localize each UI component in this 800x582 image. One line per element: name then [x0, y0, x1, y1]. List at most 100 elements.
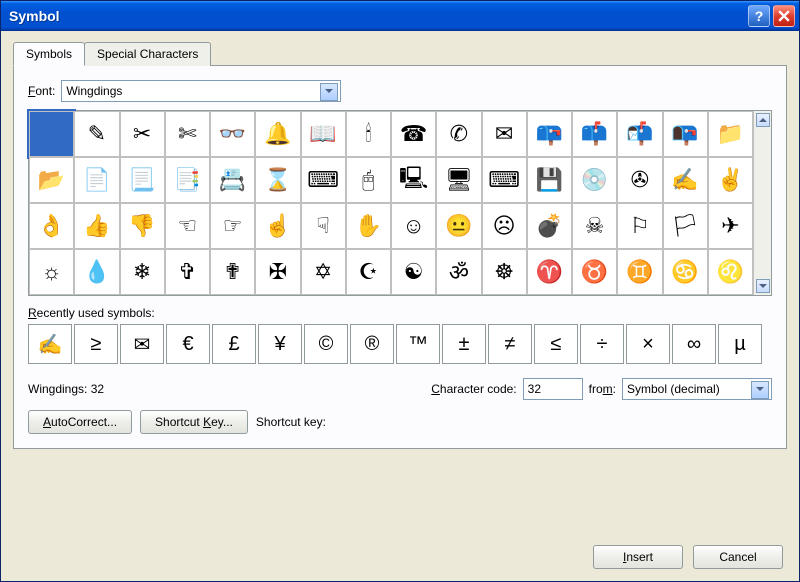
font-select[interactable]: Wingdings: [61, 80, 341, 102]
recent-symbol-cell[interactable]: ™: [396, 324, 440, 364]
recent-symbol-cell[interactable]: ©: [304, 324, 348, 364]
symbol-cell[interactable]: ✌: [708, 157, 753, 203]
font-row: Font: Wingdings: [28, 80, 772, 102]
symbol-cell[interactable]: ⌨: [301, 157, 346, 203]
recent-symbol-cell[interactable]: ¥: [258, 324, 302, 364]
recent-symbol-cell[interactable]: ✍: [28, 324, 72, 364]
scrollbar[interactable]: [753, 111, 771, 295]
symbol-cell[interactable]: [29, 111, 74, 157]
autocorrect-button[interactable]: AutoCorrect...: [28, 410, 132, 434]
insert-button[interactable]: Insert: [593, 545, 683, 569]
recent-symbol-cell[interactable]: ×: [626, 324, 670, 364]
symbol-cell[interactable]: 💣: [527, 203, 572, 249]
symbol-cell[interactable]: ✄: [165, 111, 210, 157]
symbol-cell[interactable]: 📑: [165, 157, 210, 203]
recent-symbol-cell[interactable]: ÷: [580, 324, 624, 364]
info-row: Wingdings: 32 Character code: from: Symb…: [28, 378, 772, 400]
symbol-cell[interactable]: ✞: [165, 249, 210, 295]
symbol-cell[interactable]: ♋: [663, 249, 708, 295]
symbol-cell[interactable]: ☝: [255, 203, 300, 249]
symbol-cell[interactable]: ⚐: [617, 203, 662, 249]
symbol-cell[interactable]: ☺: [391, 203, 436, 249]
symbol-cell[interactable]: ✇: [617, 157, 662, 203]
recent-symbol-cell[interactable]: ®: [350, 324, 394, 364]
cancel-button[interactable]: Cancel: [693, 545, 783, 569]
symbol-cell[interactable]: 📄: [74, 157, 119, 203]
symbol-cell[interactable]: ✟: [210, 249, 255, 295]
font-select-value: Wingdings: [66, 84, 122, 98]
symbol-cell[interactable]: ☪: [346, 249, 391, 295]
help-button[interactable]: ?: [748, 5, 770, 27]
tab-symbols[interactable]: Symbols: [13, 42, 85, 66]
from-select[interactable]: Symbol (decimal): [622, 378, 772, 400]
symbol-cell[interactable]: ॐ: [436, 249, 481, 295]
symbol-cell[interactable]: 👓: [210, 111, 255, 157]
symbol-cell[interactable]: 👎: [120, 203, 165, 249]
symbol-cell[interactable]: ☞: [210, 203, 255, 249]
symbol-cell[interactable]: ✆: [436, 111, 481, 157]
symbol-cell[interactable]: ☸: [482, 249, 527, 295]
recent-symbol-cell[interactable]: µ: [718, 324, 762, 364]
symbol-cell[interactable]: ♌: [708, 249, 753, 295]
symbol-cell[interactable]: ❄: [120, 249, 165, 295]
symbol-cell[interactable]: 📂: [29, 157, 74, 203]
symbol-cell[interactable]: 📃: [120, 157, 165, 203]
scroll-down-button[interactable]: [756, 279, 770, 293]
symbol-cell[interactable]: 🖰: [346, 157, 391, 203]
symbol-cell[interactable]: 👍: [74, 203, 119, 249]
symbol-cell[interactable]: ✂: [120, 111, 165, 157]
scroll-up-button[interactable]: [756, 113, 770, 127]
symbol-cell[interactable]: ✡: [301, 249, 346, 295]
recent-symbol-cell[interactable]: ≤: [534, 324, 578, 364]
symbol-cell[interactable]: 🖳: [391, 157, 436, 203]
from-label: from:: [589, 382, 616, 396]
symbol-cell[interactable]: 📪: [527, 111, 572, 157]
symbol-cell[interactable]: ☜: [165, 203, 210, 249]
char-code-input[interactable]: [523, 378, 583, 400]
symbol-cell[interactable]: 💾: [527, 157, 572, 203]
char-code-label: Character code:: [431, 382, 516, 396]
symbol-cell[interactable]: 🖥: [436, 157, 481, 203]
symbol-cell[interactable]: ♉: [572, 249, 617, 295]
symbol-cell[interactable]: ☟: [301, 203, 346, 249]
symbol-cell[interactable]: 💿: [572, 157, 617, 203]
symbol-cell[interactable]: ⌛: [255, 157, 300, 203]
symbol-cell[interactable]: ☹: [482, 203, 527, 249]
symbol-cell[interactable]: 🔔: [255, 111, 300, 157]
symbol-cell[interactable]: 📖: [301, 111, 346, 157]
symbol-cell[interactable]: ✍: [663, 157, 708, 203]
symbol-cell[interactable]: ✎: [74, 111, 119, 157]
symbol-cell[interactable]: ♈: [527, 249, 572, 295]
recent-symbol-cell[interactable]: €: [166, 324, 210, 364]
symbol-cell[interactable]: ☠: [572, 203, 617, 249]
recent-symbol-cell[interactable]: ≠: [488, 324, 532, 364]
tab-special-characters[interactable]: Special Characters: [84, 42, 211, 66]
symbol-cell[interactable]: ✉: [482, 111, 527, 157]
close-button[interactable]: [773, 5, 795, 27]
symbol-cell[interactable]: ✠: [255, 249, 300, 295]
symbol-cell[interactable]: 📁: [708, 111, 753, 157]
chevron-down-icon: [325, 89, 333, 93]
symbol-cell[interactable]: ⌨: [482, 157, 527, 203]
shortcut-key-button[interactable]: Shortcut Key...: [140, 410, 248, 434]
symbol-cell[interactable]: ☯: [391, 249, 436, 295]
symbol-cell[interactable]: 🕯: [346, 111, 391, 157]
symbol-cell[interactable]: 👌: [29, 203, 74, 249]
recent-symbol-cell[interactable]: ±: [442, 324, 486, 364]
symbol-cell[interactable]: 📬: [617, 111, 662, 157]
symbol-cell[interactable]: 💧: [74, 249, 119, 295]
symbol-cell[interactable]: ♊: [617, 249, 662, 295]
symbol-cell[interactable]: ☎: [391, 111, 436, 157]
symbol-cell[interactable]: 📫: [572, 111, 617, 157]
recent-symbol-cell[interactable]: ∞: [672, 324, 716, 364]
recent-symbol-cell[interactable]: ✉: [120, 324, 164, 364]
symbol-cell[interactable]: 🏳: [663, 203, 708, 249]
recent-symbol-cell[interactable]: ≥: [74, 324, 118, 364]
symbol-cell[interactable]: 😐: [436, 203, 481, 249]
symbol-cell[interactable]: 📇: [210, 157, 255, 203]
symbol-cell[interactable]: ✋: [346, 203, 391, 249]
symbol-cell[interactable]: 📭: [663, 111, 708, 157]
symbol-cell[interactable]: ✈: [708, 203, 753, 249]
recent-symbol-cell[interactable]: £: [212, 324, 256, 364]
symbol-cell[interactable]: ☼: [29, 249, 74, 295]
